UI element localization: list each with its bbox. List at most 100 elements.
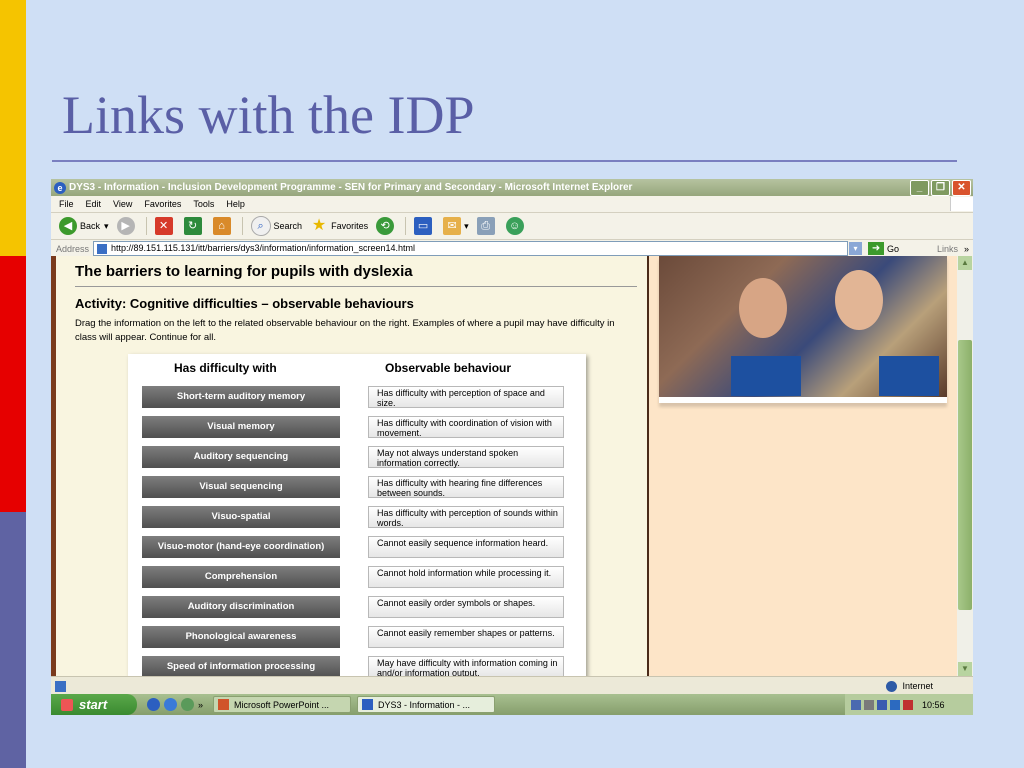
address-dropdown-icon[interactable]: ▾ [849,242,863,255]
shield-icon[interactable] [877,699,887,710]
browser-screenshot: e DYS3 - Information - Inclusion Develop… [51,179,973,715]
quick-launch: » [147,698,207,711]
favorites-button[interactable]: ★ Favorites [310,217,368,235]
links-button[interactable]: Links [937,244,958,254]
security-zone: Internet [886,680,933,692]
address-input[interactable]: http://89.151.115.131/itt/barriers/dys3/… [93,241,849,256]
task-powerpoint[interactable]: Microsoft PowerPoint ... [213,696,352,713]
messenger-button[interactable]: ☺ [505,217,527,235]
start-button[interactable]: start [51,694,137,715]
minimize-button[interactable]: _ [910,179,929,196]
menu-file[interactable]: File [59,199,74,209]
go-label: Go [887,243,900,254]
difficulty-item[interactable]: Visuo-spatial [142,506,340,528]
computer-monitor [879,356,939,396]
back-dropdown-icon[interactable]: ▾ [104,221,109,232]
volume-icon[interactable] [903,699,913,710]
monitor-icon[interactable] [890,699,900,710]
behaviour-drop-target[interactable]: Has difficulty with perception of sounds… [368,506,564,528]
tray-icon[interactable] [864,699,874,710]
mail-icon: ✉ [443,217,462,235]
address-url: http://89.151.115.131/itt/barriers/dys3/… [111,243,416,253]
refresh-icon: ↻ [183,217,202,235]
difficulty-item[interactable]: Comprehension [142,566,340,588]
behaviour-drop-target[interactable]: Cannot hold information while processing… [368,566,564,588]
help-icon[interactable] [147,698,160,711]
slide-accent-yellow [0,0,26,256]
difficulty-item[interactable]: Short-term auditory memory [142,386,340,408]
scroll-up-icon[interactable]: ▲ [958,256,972,270]
address-label: Address [56,243,90,254]
back-label: Back [80,221,101,231]
menu-edit[interactable]: Edit [86,199,102,209]
close-button[interactable]: ✕ [952,179,971,196]
teacher-face [835,270,883,330]
behaviour-drop-target[interactable]: Cannot easily remember shapes or pattern… [368,626,564,648]
behaviour-drop-target[interactable]: Has difficulty with hearing fine differe… [368,476,564,498]
difficulty-item[interactable]: Visuo-motor (hand-eye coordination) [142,536,340,558]
behaviour-drop-target[interactable]: Has difficulty with perception of space … [368,386,564,408]
mail-dropdown-icon[interactable]: ▾ [464,221,469,232]
print-button[interactable]: ⎙ [476,217,498,235]
menu-view[interactable]: View [113,199,132,209]
task-label: DYS3 - Information - ... [378,699,471,710]
slide-title: Links with the IDP [62,85,475,145]
chevron-right-icon[interactable]: » [964,244,969,254]
difficulty-item[interactable]: Speed of information processing [142,656,340,676]
difficulty-item[interactable]: Visual sequencing [142,476,340,498]
back-button[interactable]: ◀ Back ▾ [59,217,109,235]
task-label: Microsoft PowerPoint ... [234,699,330,710]
home-button[interactable]: ⌂ [212,217,234,235]
pupil-face [739,278,787,338]
ie-icon: e [54,181,66,194]
difficulty-item[interactable]: Auditory sequencing [142,446,340,468]
history-button[interactable]: ⟲ [376,217,397,235]
forward-arrow-icon: ▶ [116,217,135,235]
behaviour-drop-target[interactable]: May not always understand spoken informa… [368,446,564,468]
network-icon[interactable] [851,699,861,710]
difficulty-item[interactable]: Phonological awareness [142,626,340,648]
heading-divider [75,286,637,287]
windows-logo-icon [61,698,73,711]
go-arrow-icon: ➜ [868,242,885,255]
ie-launch-icon[interactable] [164,698,177,711]
powerpoint-icon [218,699,230,710]
go-button[interactable]: ➜ Go [868,242,899,255]
favorites-label: Favorites [331,221,369,231]
media-button[interactable]: ▭ [414,217,435,235]
slide-accent-purple [0,512,26,768]
vertical-scrollbar[interactable]: ▲ ▼ [957,256,973,676]
chevron-right-icon[interactable]: » [198,700,203,710]
search-icon: ⌕ [250,216,271,236]
messenger-launch-icon[interactable] [181,698,194,711]
forward-button[interactable]: ▶ [116,217,138,235]
search-button[interactable]: ⌕ Search [250,216,303,236]
behaviour-drop-target[interactable]: May have difficulty with information com… [368,656,564,676]
behaviour-drop-target[interactable]: Has difficulty with coordination of visi… [368,416,564,438]
home-icon: ⌂ [212,217,231,235]
difficulty-item[interactable]: Auditory discrimination [142,596,340,618]
refresh-button[interactable]: ↻ [183,217,205,235]
search-label: Search [273,221,303,231]
task-ie[interactable]: DYS3 - Information - ... [357,696,496,713]
behaviour-drop-target[interactable]: Cannot easily sequence information heard… [368,536,564,558]
menu-favorites[interactable]: Favorites [144,199,181,209]
mail-button[interactable]: ✉ ▾ [443,217,469,235]
page-icon [97,243,108,254]
page-heading: The barriers to learning for pupils with… [75,263,413,280]
restore-button[interactable]: ❐ [931,179,950,196]
star-icon: ★ [311,217,327,234]
difficulty-item[interactable]: Visual memory [142,416,340,438]
window-title: DYS3 - Information - Inclusion Developme… [69,182,633,193]
column-header-behaviour: Observable behaviour [385,361,512,375]
scroll-thumb[interactable] [958,340,972,610]
page-status-icon [55,680,66,692]
behaviour-drop-target[interactable]: Cannot easily order symbols or shapes. [368,596,564,618]
ie-icon [362,699,374,710]
scroll-down-icon[interactable]: ▼ [958,662,972,676]
window-titlebar[interactable]: e DYS3 - Information - Inclusion Develop… [51,179,973,196]
stop-button[interactable]: ✕ [154,217,176,235]
menu-tools[interactable]: Tools [193,199,214,209]
print-icon: ⎙ [476,217,495,235]
menu-help[interactable]: Help [226,199,245,209]
